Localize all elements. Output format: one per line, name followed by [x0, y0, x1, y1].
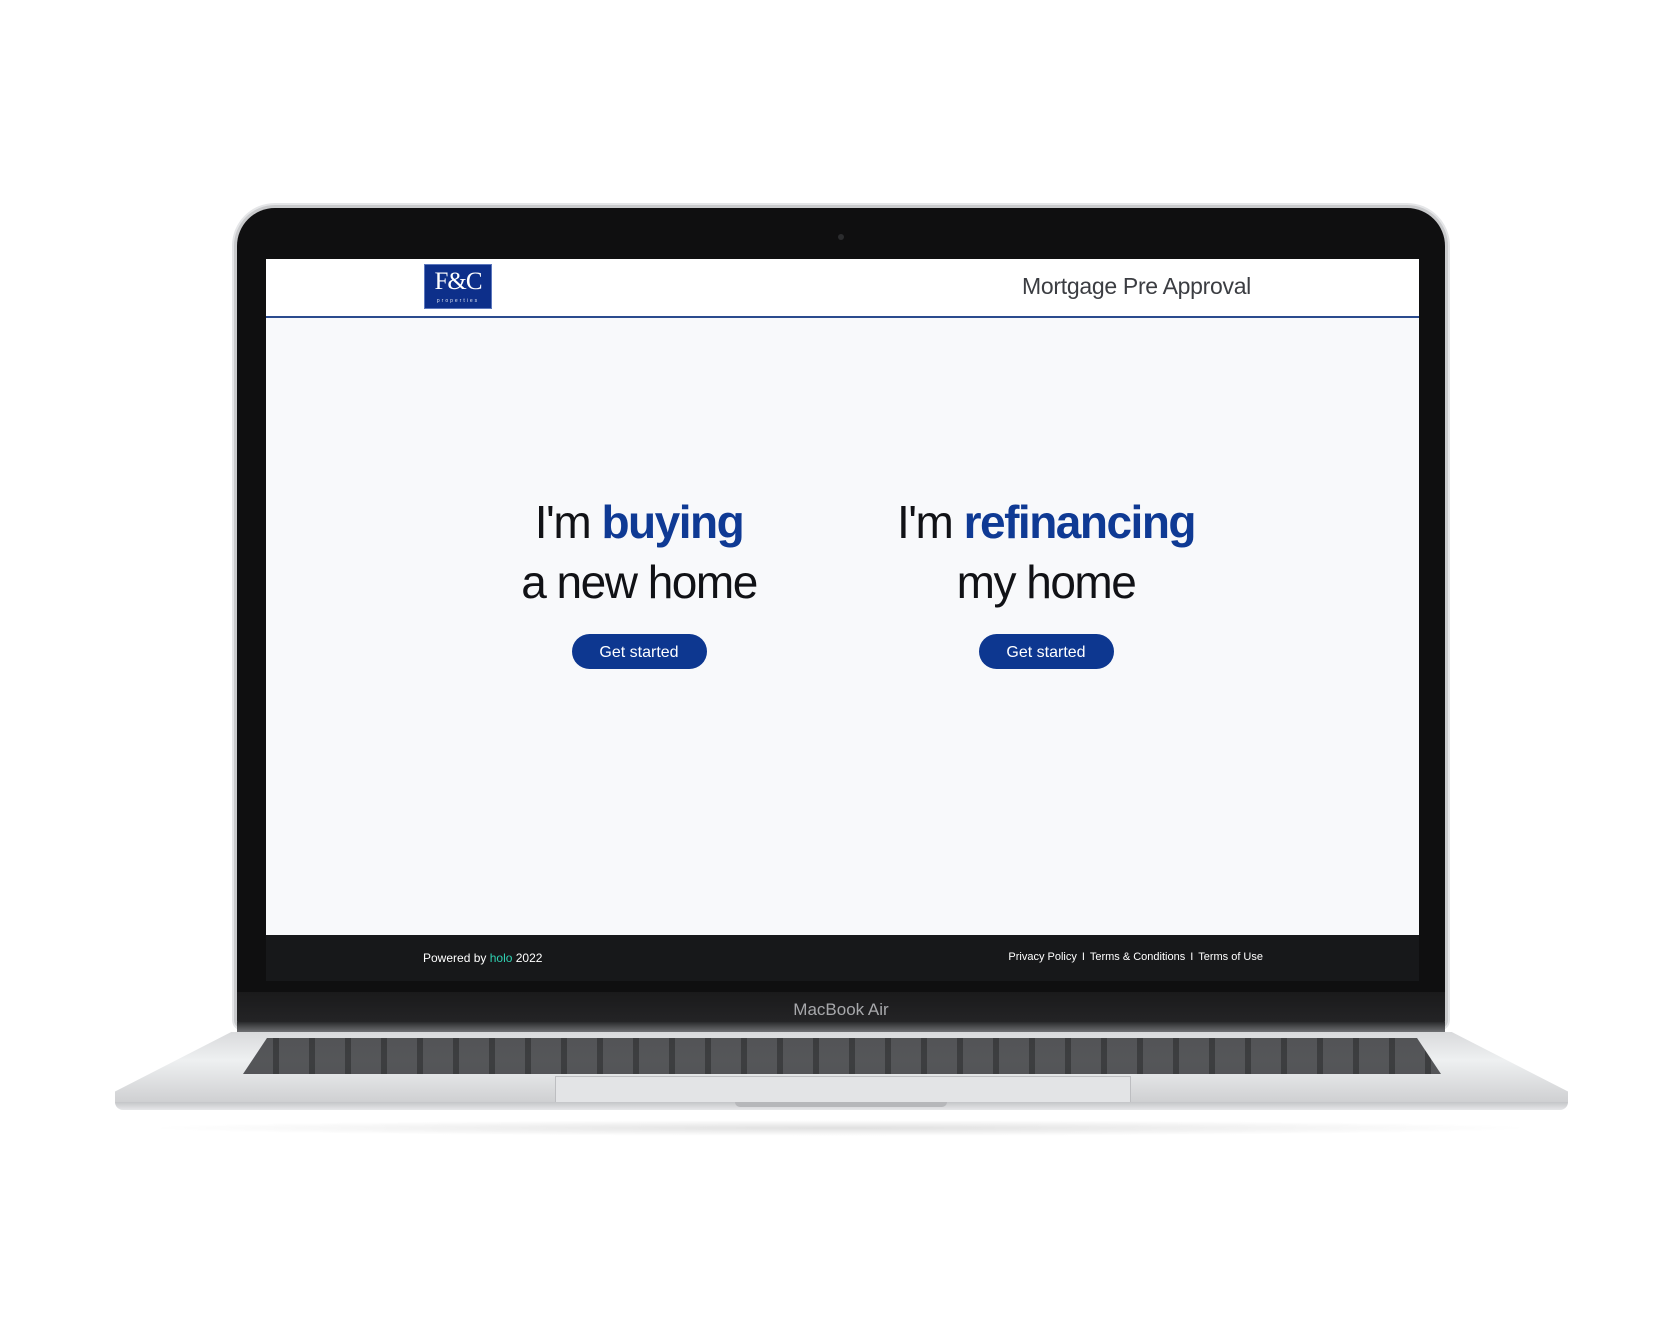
option-buying: I'm buying a new home Get started	[449, 492, 829, 669]
camera-icon	[838, 234, 844, 240]
logo-mark: F&C	[434, 268, 482, 295]
powered-prefix: Powered by	[423, 951, 487, 965]
get-started-refinancing-button[interactable]: Get started	[978, 634, 1114, 669]
option-refinancing-accent: refinancing	[963, 496, 1197, 548]
laptop-base	[115, 1022, 1568, 1114]
lid-chin: MacBook Air	[237, 992, 1445, 1026]
device-model-label: MacBook Air	[793, 1000, 889, 1019]
legal-separator: I	[1190, 951, 1194, 963]
keyboard-icon	[243, 1038, 1441, 1074]
logo-subtitle: properties	[436, 298, 480, 304]
option-buying-lead: I'm	[534, 496, 592, 548]
powered-by: Powered by holo 2022	[423, 951, 542, 965]
lid-notch	[735, 1102, 947, 1107]
terms-of-use-link[interactable]: Terms of Use	[1198, 951, 1263, 963]
legal-separator: I	[1081, 951, 1085, 963]
option-buying-headline: I'm buying	[449, 492, 829, 552]
trackpad	[555, 1076, 1131, 1103]
option-refinancing: I'm refinancing my home Get started	[856, 492, 1236, 669]
option-refinancing-lead: I'm	[896, 496, 954, 548]
privacy-policy-link[interactable]: Privacy Policy	[1008, 951, 1076, 963]
powered-year: 2022	[515, 951, 543, 965]
holo-brand-link[interactable]: holo	[490, 951, 513, 965]
get-started-buying-button[interactable]: Get started	[571, 634, 707, 669]
company-logo[interactable]: F&C properties	[424, 264, 492, 309]
option-refinancing-subline: my home	[956, 556, 1137, 608]
browser-screen: F&C properties Mortgage Pre Approval I'm…	[266, 259, 1419, 981]
option-refinancing-headline: I'm refinancing	[856, 492, 1236, 552]
laptop-shadow	[140, 1120, 1540, 1136]
site-header: F&C properties Mortgage Pre Approval	[266, 259, 1419, 318]
laptop-lid: F&C properties Mortgage Pre Approval I'm…	[237, 208, 1445, 1026]
page-title: Mortgage Pre Approval	[1022, 273, 1251, 299]
option-buying-accent: buying	[601, 496, 744, 548]
legal-links: Privacy Policy I Terms & Conditions I Te…	[1008, 951, 1263, 963]
option-buying-subline: a new home	[521, 556, 758, 608]
stage: F&C properties Mortgage Pre Approval I'm…	[0, 0, 1680, 1331]
terms-conditions-link[interactable]: Terms & Conditions	[1090, 951, 1185, 963]
site-footer: Powered by holo 2022 Privacy Policy I Te…	[266, 935, 1419, 981]
